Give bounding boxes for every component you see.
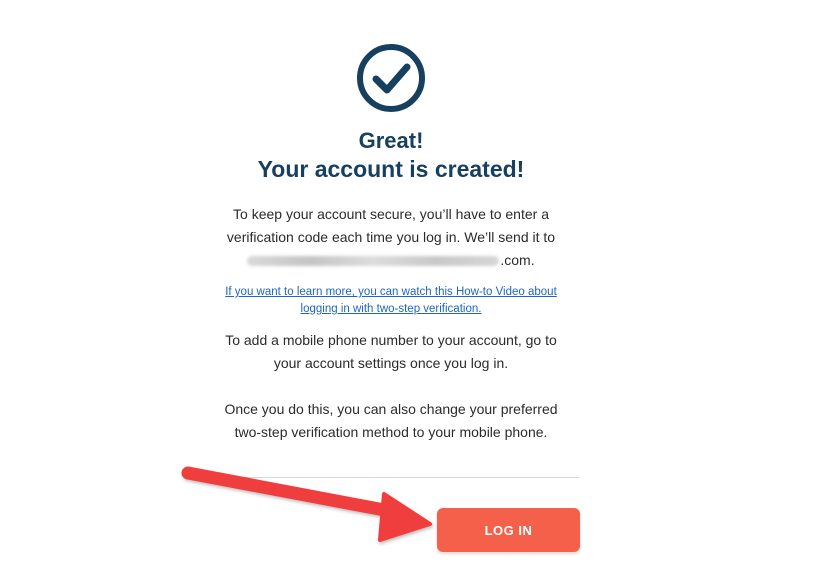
divider (202, 477, 579, 478)
help-link-line1: If you want to learn more, you can watch… (225, 286, 557, 298)
how-to-video-link[interactable]: If you want to learn more, you can watch… (200, 284, 582, 318)
method-message-line1: Once you do this, you can also change yo… (224, 401, 558, 417)
secure-message-line1: To keep your account secure, you’ll have… (233, 206, 549, 222)
heading-account-created: Your account is created! (257, 156, 525, 182)
check-circle-icon (357, 44, 425, 112)
mobile-message-line1: To add a mobile phone number to your acc… (225, 332, 557, 348)
secure-message-line2: verification code each time you log in. … (226, 229, 556, 245)
mobile-message: To add a mobile phone number to your acc… (200, 329, 582, 375)
heading-great: Great! (358, 128, 424, 153)
help-link-line2: logging in with two-step verification. (300, 303, 482, 315)
login-button[interactable]: LOG IN (437, 508, 580, 552)
email-suffix: .com. (500, 252, 535, 268)
redacted-email (247, 256, 500, 267)
secure-message: To keep your account secure, you’ll have… (200, 203, 582, 272)
method-message: Once you do this, you can also change yo… (200, 398, 582, 444)
account-created-page: Great! Your account is created! To keep … (0, 0, 814, 585)
email-line: .com. (247, 249, 535, 272)
method-message-line2: two-step verification method to your mob… (234, 424, 548, 440)
mobile-message-line2: your account settings once you log in. (273, 355, 509, 371)
